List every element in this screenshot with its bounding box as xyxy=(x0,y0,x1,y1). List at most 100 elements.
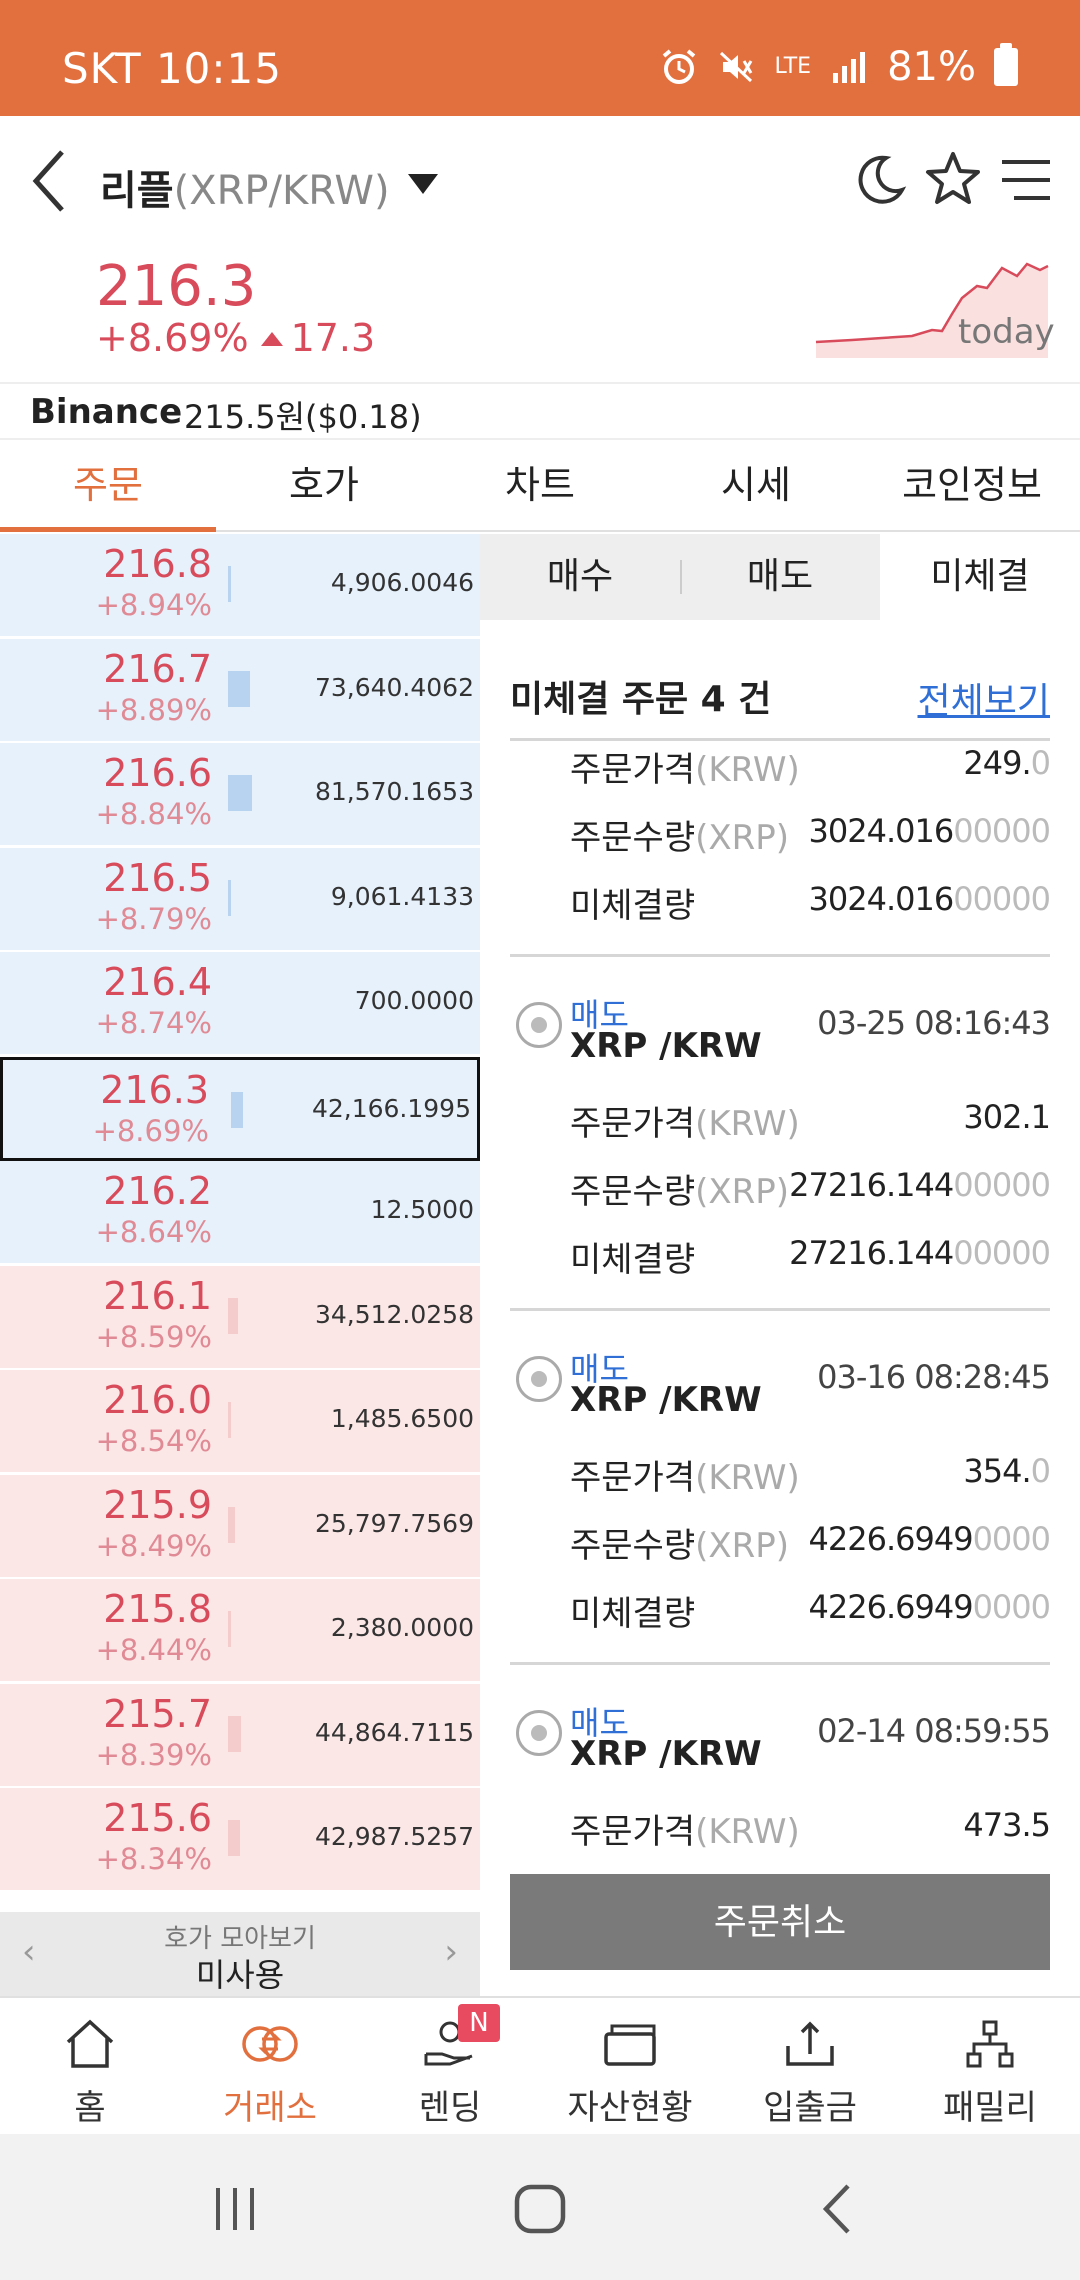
order-qty-label: 주문수량 xyxy=(570,818,696,858)
orderbook-row[interactable]: 215.9 +8.49% 25,797.7569 xyxy=(0,1475,480,1579)
moon-icon[interactable] xyxy=(852,152,908,208)
tab-sell[interactable]: 매도 xyxy=(680,534,880,620)
tab-chart[interactable]: 차트 xyxy=(432,440,648,530)
price-unit: (KRW) xyxy=(695,1812,800,1852)
chevron-right-icon[interactable]: › xyxy=(444,1932,458,1972)
tab-coin-info[interactable]: 코인정보 xyxy=(864,440,1080,530)
orderbook-row[interactable]: 216.7 +8.89% 73,640.4062 xyxy=(0,639,480,743)
menu-icon[interactable] xyxy=(1000,158,1052,202)
order-sub-tabs: 매수 매도 xyxy=(480,534,880,620)
tab-order[interactable]: 주문 xyxy=(0,440,216,532)
unfilled-qty-label: 미체결량 xyxy=(570,886,696,926)
orderbook-price: 216.3 xyxy=(100,1068,209,1112)
nav-deposit-withdraw[interactable]: 입출금 xyxy=(720,1998,900,2134)
star-icon[interactable] xyxy=(924,150,982,208)
orderbook-volume: 42,987.5257 xyxy=(314,1822,474,1851)
order-price-zero: 0 xyxy=(1030,744,1051,782)
orderbook-group-control: ‹ 호가 모아보기 미사용 › xyxy=(0,1912,480,1996)
nav-label: 홈 xyxy=(74,2088,106,2128)
cancel-order-button[interactable]: 주문취소 xyxy=(510,1874,1050,1970)
recent-apps-icon[interactable] xyxy=(210,2184,260,2234)
order-select-radio[interactable] xyxy=(516,1002,562,1048)
binance-label: Binance xyxy=(30,392,183,432)
orderbook-volume: 1,485.6500 xyxy=(330,1404,474,1433)
orderbook-volume-bar xyxy=(228,775,252,811)
orderbook-row[interactable]: 216.1 +8.59% 34,512.0258 xyxy=(0,1266,480,1370)
orderbook-price: 216.7 xyxy=(103,647,212,691)
orderbook-volume: 34,512.0258 xyxy=(314,1300,474,1329)
order-price-label: 주문가격 xyxy=(570,1458,696,1498)
sparkline-label: today xyxy=(958,312,1055,352)
home-button-icon[interactable] xyxy=(512,2184,568,2234)
home-icon xyxy=(66,2019,114,2068)
orderbook-price: 216.1 xyxy=(103,1274,212,1318)
orderbook-row[interactable]: 216.0 +8.54% 1,485.6500 xyxy=(0,1370,480,1474)
order-price-row: 주문가격(KRW) 249.0 xyxy=(570,742,1051,802)
orderbook-change-percent: +8.84% xyxy=(95,797,212,831)
order-card-header[interactable]: 매도 XRP /KRW 02-14 08:59:55 xyxy=(510,1698,1051,1778)
unfilled-qty-zero: 00000 xyxy=(953,1234,1051,1272)
orderbook-change-percent: +8.74% xyxy=(95,1006,212,1040)
orderbook-volume-bar xyxy=(228,1820,240,1856)
unfilled-qty-row: 미체결량 3024.01600000 xyxy=(570,878,1051,938)
orderbook-volume-bar xyxy=(228,1298,238,1334)
orderbook-row[interactable]: 216.4 +8.74% 700.0000 xyxy=(0,952,480,1056)
orderbook-change-percent: +8.89% xyxy=(95,693,212,727)
tab-unfilled[interactable]: 미체결 xyxy=(880,534,1080,620)
nav-assets[interactable]: 자산현황 xyxy=(540,1998,720,2134)
orderbook-row[interactable]: 215.6 +8.34% 42,987.5257 xyxy=(0,1788,480,1892)
orderbook-row[interactable]: 216.8 +8.94% 4,906.0046 xyxy=(0,534,480,638)
qty-unit: (XRP) xyxy=(695,818,790,858)
deposit-icon xyxy=(786,2021,834,2066)
group-value[interactable]: 미사용 xyxy=(0,1950,480,1996)
coin-pair: (XRP/KRW) xyxy=(173,168,390,214)
unfilled-qty-label: 미체결량 xyxy=(570,1594,696,1634)
orderbook-row[interactable]: 216.5 +8.79% 9,061.4133 xyxy=(0,848,480,952)
chevron-down-icon[interactable] xyxy=(406,172,440,196)
order-price-label: 주문가격 xyxy=(570,1104,696,1144)
view-all-link[interactable]: 전체보기 xyxy=(918,672,1050,724)
orderbook-volume: 4,906.0046 xyxy=(330,568,474,597)
orderbook-change-percent: +8.39% xyxy=(95,1738,212,1772)
back-arrow-icon[interactable] xyxy=(24,146,74,216)
nav-family[interactable]: 패밀리 xyxy=(900,1998,1080,2134)
order-pair: XRP /KRW xyxy=(570,1026,762,1066)
orderbook-change-percent: +8.54% xyxy=(95,1424,212,1458)
back-button-icon[interactable] xyxy=(818,2182,858,2236)
orderbook: 216.8 +8.94% 4,906.0046 216.7 +8.89% 73,640.4… xyxy=(0,534,480,1912)
nav-exchange[interactable]: 거래소 xyxy=(180,1998,360,2134)
orderbook-row[interactable]: 215.8 +8.44% 2,380.0000 xyxy=(0,1579,480,1683)
unfilled-qty-row: 미체결량 27216.14400000 xyxy=(570,1232,1051,1292)
order-select-radio[interactable] xyxy=(516,1356,562,1402)
tab-buy[interactable]: 매수 xyxy=(480,534,680,620)
orderbook-volume-bar xyxy=(231,1092,243,1128)
order-time: 02-14 08:59:55 xyxy=(817,1712,1051,1750)
order-card-header[interactable]: 매도 XRP /KRW 03-16 08:28:45 xyxy=(510,1344,1051,1424)
nav-label: 자산현황 xyxy=(567,2088,693,2128)
orderbook-price: 215.8 xyxy=(103,1587,212,1631)
order-select-radio[interactable] xyxy=(516,1710,562,1756)
order-qty-row: 주문수량(XRP) 4226.69490000 xyxy=(570,1518,1051,1578)
nav-home[interactable]: 홈 xyxy=(0,1998,180,2134)
orderbook-price: 216.4 xyxy=(103,960,212,1004)
nav-lending[interactable]: N 렌딩 xyxy=(360,1998,540,2134)
coin-selector[interactable]: 리플(XRP/KRW) xyxy=(100,158,390,216)
binance-price-row: Binance 215.5원($0.18) xyxy=(0,382,1080,440)
tab-market[interactable]: 시세 xyxy=(648,440,864,530)
tab-orderbook[interactable]: 호가 xyxy=(216,440,432,530)
orderbook-price: 216.8 xyxy=(103,542,212,586)
orderbook-row[interactable]: 215.7 +8.39% 44,864.7115 xyxy=(0,1684,480,1788)
order-card-header[interactable]: 매도 XRP /KRW 03-25 08:16:43 xyxy=(510,990,1051,1070)
orderbook-row[interactable]: 216.6 +8.84% 81,570.1653 xyxy=(0,743,480,847)
change-percent: +8.69% xyxy=(96,316,249,360)
order-qty-label: 주문수량 xyxy=(570,1526,696,1566)
orderbook-volume: 44,864.7115 xyxy=(314,1718,474,1747)
orderbook-row-current[interactable]: 216.3 +8.69% 42,166.1995 xyxy=(0,1057,480,1161)
order-price-value: 302.1 xyxy=(963,1098,1051,1136)
price-change: +8.69% 17.3 xyxy=(96,316,375,360)
coin-name: 리플 xyxy=(100,168,174,214)
orderbook-volume: 81,570.1653 xyxy=(314,777,474,806)
orderbook-row[interactable]: 216.2 +8.64% 12.5000 xyxy=(0,1161,480,1265)
orderbook-price: 216.5 xyxy=(103,856,212,900)
unfilled-count: 미체결 주문 4 건 xyxy=(510,679,772,720)
